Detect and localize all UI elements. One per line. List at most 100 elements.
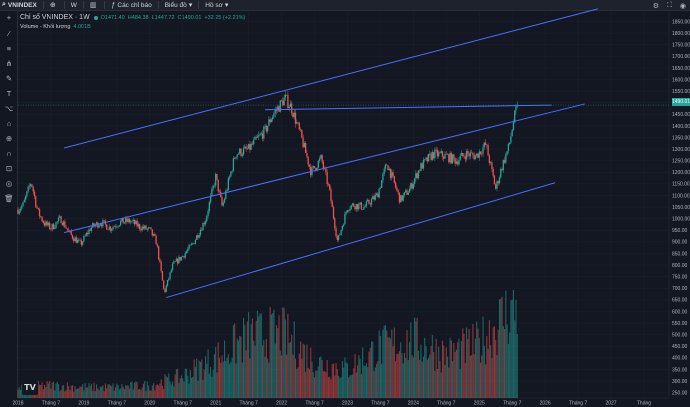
candle-body <box>393 175 395 183</box>
candle-body <box>508 142 511 144</box>
time-tick-label: Tháng 7 <box>108 401 127 407</box>
candle-body <box>436 150 439 157</box>
volume-bar <box>211 376 213 398</box>
volume-bar <box>350 375 352 398</box>
candle-body <box>171 263 174 271</box>
price-tick-label: 1050.00 <box>672 205 690 211</box>
candle-body <box>377 193 379 198</box>
volume-bar <box>272 312 274 398</box>
candle-body <box>449 152 451 163</box>
price-tick-label: 1750.00 <box>672 43 690 49</box>
candle-body <box>510 136 512 143</box>
candle-body <box>336 236 338 240</box>
volume-bar <box>351 374 354 398</box>
candle-body <box>434 149 436 159</box>
volume-bar <box>192 376 194 398</box>
volume-bar <box>54 390 56 398</box>
candle-body <box>285 94 288 96</box>
candle-body <box>256 136 259 138</box>
candle-body <box>274 110 276 114</box>
candle-body <box>283 97 285 106</box>
candle-body <box>50 229 52 230</box>
volume-bar <box>479 362 482 398</box>
candle-body <box>43 222 46 226</box>
candle-body <box>246 148 249 150</box>
candle-body <box>403 191 406 196</box>
candle-body <box>467 151 469 154</box>
volume-bar <box>146 381 148 398</box>
candle-body <box>236 154 238 158</box>
time-tick-label: 2026 <box>540 401 551 407</box>
volume-bar <box>457 342 459 398</box>
candle-body <box>150 227 152 230</box>
volume-bar <box>235 363 237 398</box>
volume-bar <box>282 307 284 398</box>
candle-body <box>61 223 63 226</box>
candle-body <box>215 173 217 186</box>
candle-body <box>421 163 423 169</box>
candle-body <box>268 119 270 127</box>
last-price-label: 1490.01 <box>672 98 690 106</box>
candle-body <box>453 154 455 159</box>
volume-bar <box>463 333 465 398</box>
price-tick-label: 1850.00 <box>672 19 690 25</box>
volume-bar <box>279 350 281 398</box>
candle-body <box>21 205 23 209</box>
volume-bar <box>230 361 232 398</box>
candle-body <box>365 201 368 206</box>
price-chart[interactable]: 1850.00 1800.00 1750.00 1700.00 1650.00 1600.… <box>0 0 690 407</box>
candle-body <box>26 191 28 197</box>
volume-bar <box>322 371 324 398</box>
volume-bar <box>411 355 413 398</box>
candle-body <box>245 146 247 149</box>
trendline <box>63 8 598 149</box>
volume-bar <box>497 329 499 398</box>
candle-body <box>497 181 499 184</box>
tradingview-logo: TV <box>22 381 38 395</box>
volume-bar <box>330 379 332 398</box>
volume-bar <box>50 388 52 398</box>
time-tick-label: 2027 <box>605 401 616 407</box>
candle-body <box>107 229 109 231</box>
volume-bar <box>364 365 366 398</box>
candle-body <box>136 220 138 227</box>
price-tick-label: 1700.00 <box>672 54 690 60</box>
volume-bar <box>416 317 418 398</box>
volume-bar <box>348 377 350 398</box>
volume-bar <box>491 358 493 398</box>
volume-bar <box>406 330 408 398</box>
volume-bar <box>505 290 507 398</box>
volume-bar <box>464 362 466 398</box>
volume-bar <box>101 386 103 398</box>
volume-bar <box>365 363 368 398</box>
volume-bar <box>174 374 176 398</box>
candle-body <box>417 170 420 178</box>
candle-body <box>79 239 81 241</box>
volume-bar <box>453 342 455 398</box>
volume-bar <box>459 369 461 398</box>
volume-bar <box>493 326 495 398</box>
candle-body <box>363 207 365 210</box>
candle-body <box>355 204 357 210</box>
volume-bar <box>68 386 70 398</box>
volume-bar <box>511 299 513 398</box>
candle-body <box>244 146 246 149</box>
volume-bar <box>55 383 57 398</box>
candle-body <box>313 166 316 169</box>
candle-body <box>356 204 359 210</box>
candle-body <box>294 112 297 124</box>
volume-bar <box>139 389 141 398</box>
candle-body <box>56 221 58 223</box>
volume-bar <box>467 338 469 398</box>
candle-body <box>170 270 172 273</box>
volume-bar <box>180 375 183 398</box>
candle-body <box>166 280 169 286</box>
candle-body <box>112 226 114 230</box>
volume-bar <box>313 377 316 398</box>
candle-body <box>199 229 202 235</box>
candle-body <box>62 221 65 226</box>
price-tick-label: 550.00 <box>672 321 688 327</box>
volume-bar <box>222 361 224 398</box>
candle-body <box>322 161 325 169</box>
volume-bar <box>387 337 389 398</box>
